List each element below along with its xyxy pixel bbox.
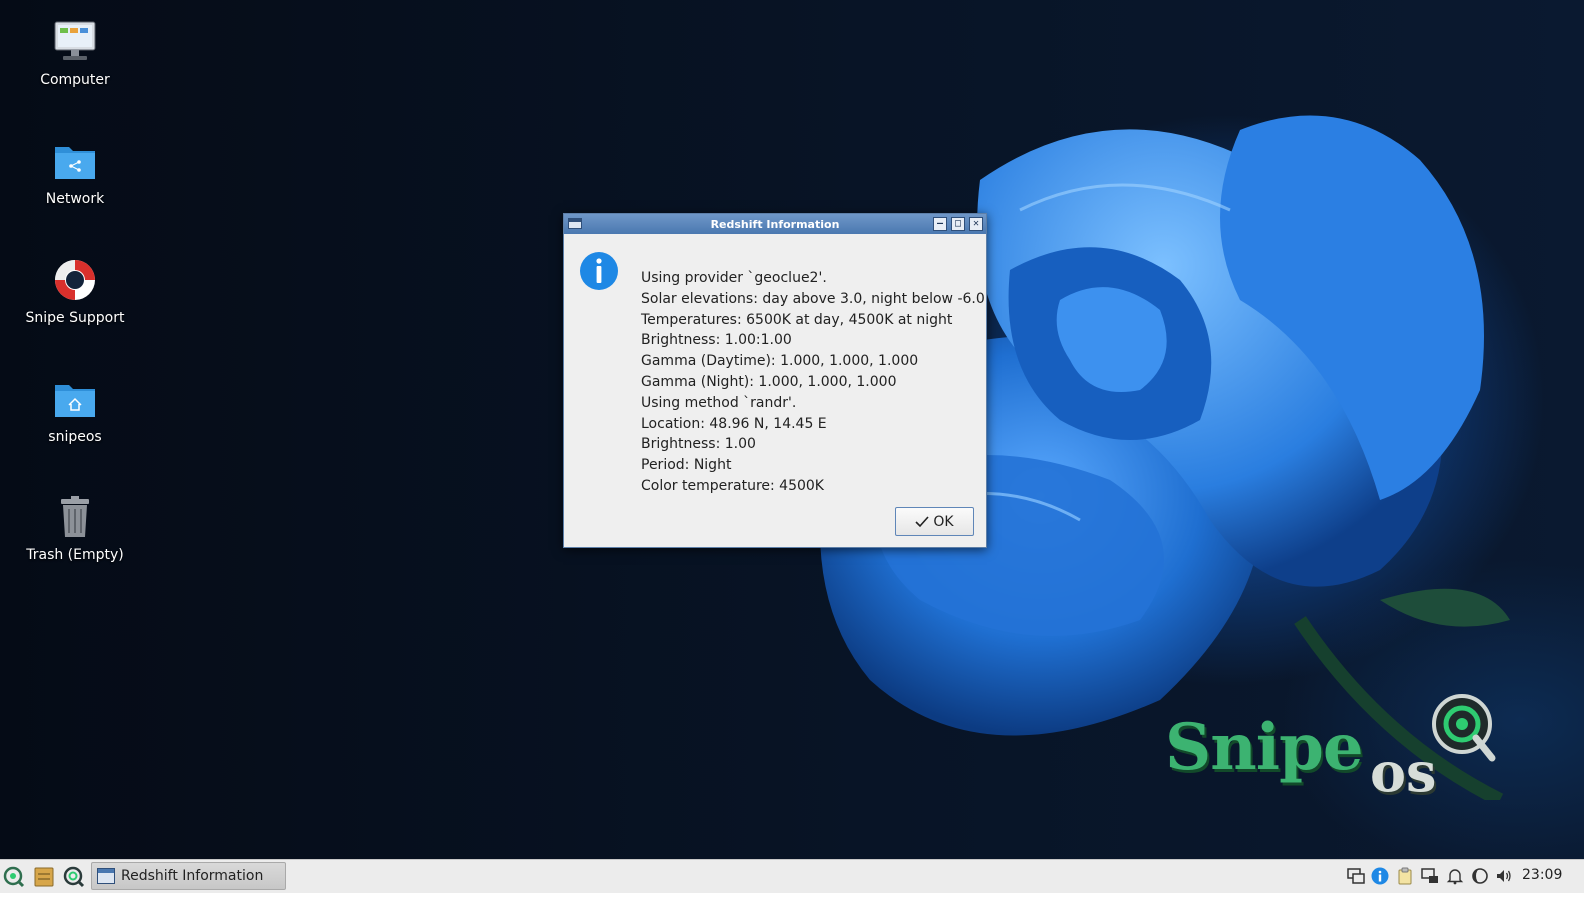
message-line: Using provider `geoclue2'.: [641, 270, 827, 286]
info-tray-icon[interactable]: [1371, 867, 1389, 885]
desktop-icon-label: Trash (Empty): [26, 547, 124, 563]
message-line: Brightness: 1.00: [641, 436, 756, 453]
checkmark-icon: [915, 515, 929, 527]
window-menu-icon[interactable]: [568, 218, 582, 229]
redshift-icon[interactable]: [1471, 867, 1489, 885]
message-line: Gamma (Night): 1.000, 1.000, 1.000: [641, 373, 897, 390]
snipeos-brand-logo: Snipe os: [1165, 690, 1505, 810]
task-title: Redshift Information: [121, 868, 264, 884]
desktop: Computer Network Snipe Support snipeos T…: [0, 0, 1584, 868]
file-manager-icon[interactable]: [33, 866, 55, 888]
message-line: Period: Night: [641, 457, 732, 474]
clock[interactable]: 23:09: [1522, 867, 1562, 883]
desktop-icon-network[interactable]: Network: [14, 137, 136, 207]
desktop-icon-computer[interactable]: Computer: [14, 18, 136, 88]
computer-icon: [54, 21, 96, 60]
window-icon: [97, 868, 115, 884]
dialog-title: Redshift Information: [710, 217, 840, 231]
display-icon[interactable]: [1421, 867, 1439, 885]
message-line: Using method `randr'.: [641, 394, 797, 411]
maximize-button[interactable]: □: [951, 217, 965, 231]
taskbar-window-redshift[interactable]: Redshift Information: [91, 862, 286, 890]
dialog-titlebar[interactable]: Redshift Information – □ ✕: [564, 214, 986, 234]
info-icon: [580, 252, 618, 290]
message-line: Color temperature: 4500K: [641, 477, 824, 494]
desktop-icon-label: Network: [45, 191, 105, 207]
snipe-menu-icon[interactable]: [3, 866, 25, 888]
network-folder-icon: [55, 147, 95, 179]
home-folder-icon: [55, 385, 95, 417]
message-line: Location: 48.96 N, 14.45 E: [641, 415, 827, 432]
redshift-info-dialog: Redshift Information – □ ✕ Using provide…: [563, 213, 987, 548]
close-button[interactable]: ✕: [969, 217, 983, 231]
desktop-icon-snipe-support[interactable]: Snipe Support: [14, 256, 136, 326]
dialog-message: Using provider `geoclue2'. Solar elevati…: [641, 268, 985, 497]
snipe-scope-icon: [1432, 694, 1496, 762]
desktop-icon-label: Snipe Support: [25, 310, 125, 326]
minimize-button[interactable]: –: [933, 217, 947, 231]
volume-icon[interactable]: [1495, 867, 1513, 885]
ok-button[interactable]: OK: [895, 507, 974, 536]
desktop-icon-label: snipeos: [48, 429, 102, 445]
desktop-icon-snipeos[interactable]: snipeos: [14, 375, 136, 445]
message-line: Gamma (Daytime): 1.000, 1.000, 1.000: [641, 353, 919, 370]
brand-name-part1: Snipe: [1165, 710, 1364, 785]
network-tray-icon[interactable]: [1347, 867, 1365, 885]
brand-name-part2: os: [1370, 740, 1437, 804]
taskbar: Redshift Information 23:09: [0, 859, 1584, 893]
lifebuoy-icon: [55, 260, 95, 300]
trash-icon: [61, 496, 89, 537]
message-line: Brightness: 1.00:1.00: [641, 332, 792, 349]
desktop-icon-label: Computer: [40, 72, 110, 88]
message-line: Solar elevations: day above 3.0, night b…: [641, 290, 985, 307]
clipboard-icon[interactable]: [1396, 867, 1414, 885]
message-line: Temperatures: 6500K at day, 4500K at nig…: [641, 311, 953, 328]
notification-bell-icon[interactable]: [1446, 867, 1464, 885]
desktop-icon-trash[interactable]: Trash (Empty): [14, 493, 136, 563]
ok-button-label: OK: [933, 513, 954, 530]
snipe-search-icon[interactable]: [63, 866, 85, 888]
